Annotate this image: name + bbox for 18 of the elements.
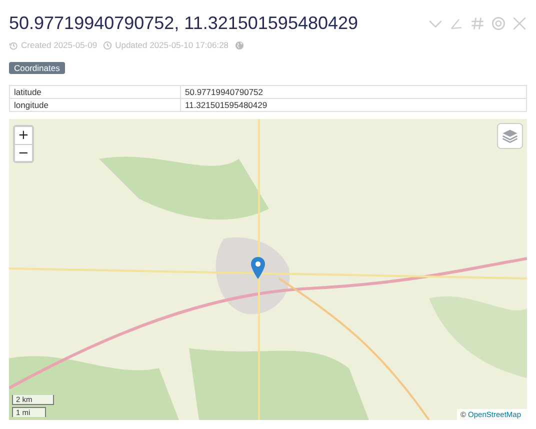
globe-icon[interactable] <box>234 40 244 50</box>
table-cell: 50.97719940790752 <box>180 86 526 98</box>
updated-date: Updated 2025-05-10 17:06:28 <box>115 40 229 50</box>
close-icon[interactable] <box>512 16 527 30</box>
layers-icon <box>501 127 519 145</box>
target-icon[interactable] <box>491 16 506 30</box>
clock-icon <box>103 40 112 50</box>
map-marker-icon[interactable] <box>251 257 265 279</box>
created-date: Created 2025-05-09 <box>21 40 98 50</box>
category-badge[interactable]: Coordinates <box>9 62 65 74</box>
table-cell: latitude <box>10 86 180 98</box>
history-icon <box>9 40 18 50</box>
table-cell: 11.321501595480429 <box>180 98 526 112</box>
table-cell: longitude <box>10 98 180 112</box>
page-title: 50.97719940790752, 11.321501595480429 <box>9 12 358 35</box>
hash-icon[interactable] <box>470 16 485 30</box>
zoom-out-button[interactable]: − <box>15 144 32 161</box>
layers-button[interactable] <box>497 123 523 149</box>
